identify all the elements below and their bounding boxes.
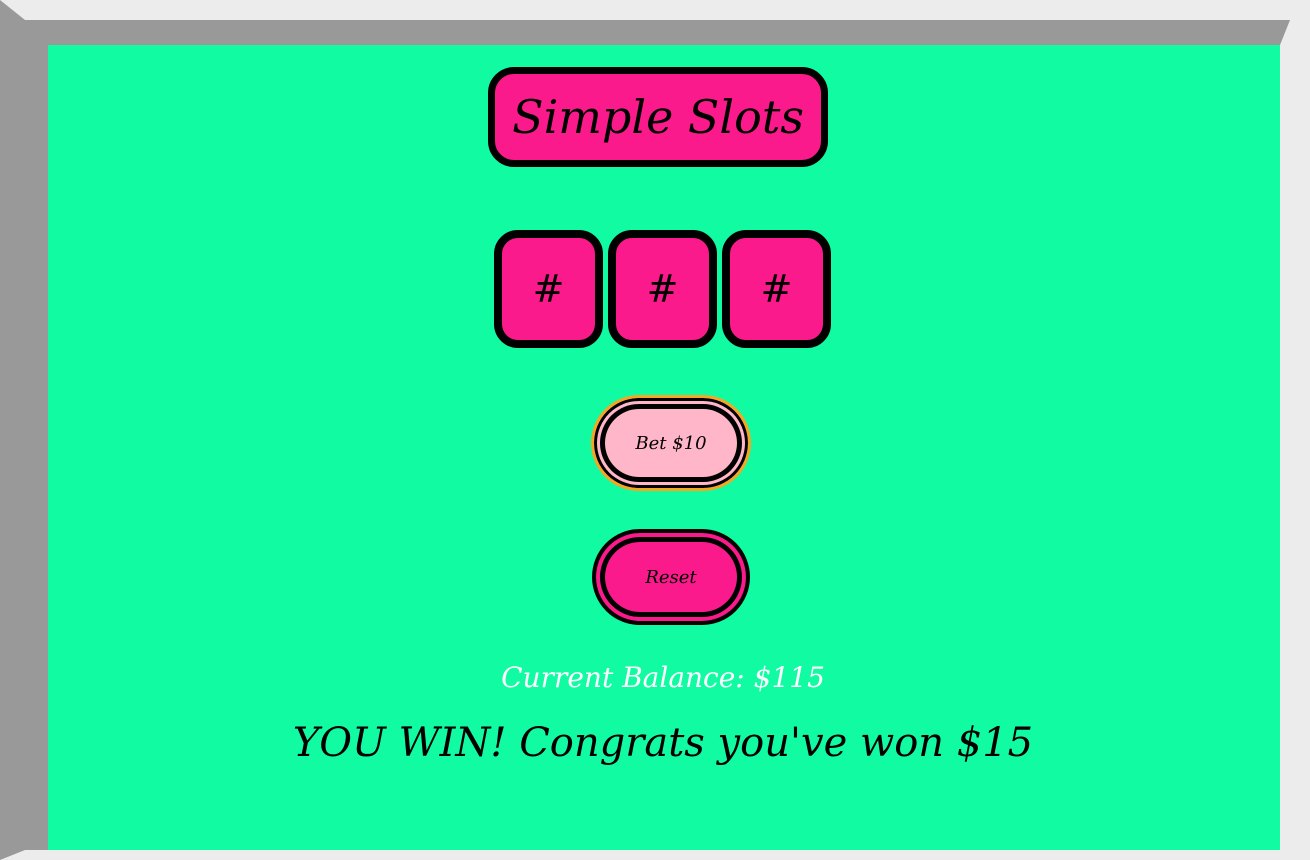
balance-display: Current Balance: $115: [501, 661, 825, 694]
game-panel: Simple Slots # # # Bet $10 Reset Current: [25, 20, 1290, 850]
result-message: YOU WIN! Congrats you've won $15: [292, 720, 1034, 766]
game-title: Simple Slots: [488, 67, 828, 167]
reel-3: #: [722, 230, 831, 348]
reel-group: # # #: [494, 230, 834, 348]
reset-button[interactable]: Reset: [592, 529, 750, 625]
game-title-text: Simple Slots: [512, 90, 804, 144]
bet-button[interactable]: Bet $10: [591, 395, 751, 491]
reel-1-symbol: #: [532, 267, 565, 311]
game-stage: Simple Slots # # # Bet $10 Reset Current: [48, 45, 1280, 850]
bet-button-label: Bet $10: [635, 432, 707, 454]
reset-button-label: Reset: [645, 566, 697, 588]
reel-1: #: [494, 230, 603, 348]
reel-2: #: [608, 230, 717, 348]
reel-2-symbol: #: [646, 267, 679, 311]
reel-3-symbol: #: [760, 267, 793, 311]
window-frame: Simple Slots # # # Bet $10 Reset Current: [0, 0, 1310, 860]
